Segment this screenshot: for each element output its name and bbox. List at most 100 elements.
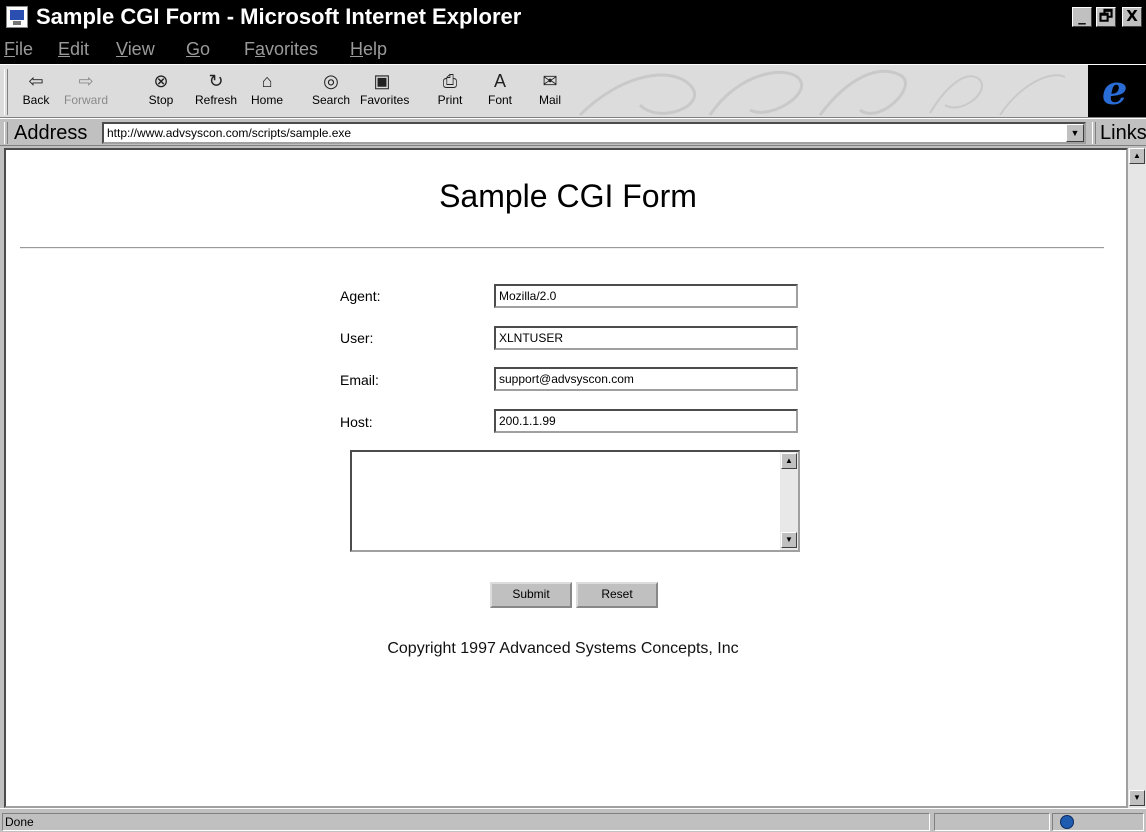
mail-button[interactable]: ✉ Mail: [528, 69, 572, 115]
font-button[interactable]: A Font: [478, 69, 522, 115]
user-input[interactable]: [494, 326, 798, 350]
home-button[interactable]: ⌂ Home: [245, 69, 289, 115]
user-label: User:: [340, 330, 374, 346]
address-bar-grip[interactable]: [4, 122, 8, 144]
forward-label: Forward: [64, 93, 109, 107]
comments-textarea[interactable]: [352, 452, 780, 550]
page-scroll-up-button[interactable]: ▲: [1129, 148, 1145, 164]
back-button[interactable]: ⇦ Back: [14, 69, 58, 115]
ie-logo-icon: e: [1102, 67, 1128, 114]
comments-textarea-frame: ▲ ▼: [350, 450, 800, 552]
forward-arrow-icon: ⇨: [78, 71, 94, 91]
textarea-scrollbar[interactable]: ▲ ▼: [780, 452, 798, 550]
menu-go-label: o: [200, 39, 211, 59]
email-input[interactable]: [494, 367, 798, 391]
internet-zone-icon: [1060, 815, 1074, 829]
forward-button[interactable]: ⇨ Forward: [64, 69, 108, 115]
address-label: Address: [14, 122, 88, 144]
page-content: Sample CGI Form Agent: User: Email: Host…: [4, 148, 1128, 808]
menu-edit-accel: E: [58, 39, 71, 59]
chevron-up-icon: ▲: [785, 456, 793, 465]
refresh-label: Refresh: [194, 93, 238, 107]
home-label: Home: [250, 93, 283, 107]
back-arrow-icon: ⇦: [28, 71, 44, 91]
links-grip[interactable]: [1092, 122, 1096, 144]
ie-logo: e: [1088, 65, 1146, 117]
page-title: Sample CGI Form: [439, 178, 697, 214]
page-scrollbar[interactable]: ▲ ▼: [1128, 148, 1146, 808]
stop-label: Stop: [148, 93, 174, 107]
menu-file-accel: F: [4, 39, 15, 59]
mail-icon: ✉: [542, 71, 558, 91]
stop-icon: ⊗: [153, 71, 169, 91]
menu-edit-label: dit: [70, 39, 90, 59]
menu-view[interactable]: View: [116, 38, 155, 60]
menu-view-label: iew: [127, 39, 155, 59]
stop-button[interactable]: ⊗ Stop: [139, 69, 183, 115]
menu-favorites-pre: F: [244, 39, 255, 59]
agent-label: Agent:: [340, 288, 381, 304]
browser-window: Sample CGI Form - Microsoft Internet Exp…: [0, 0, 1146, 832]
search-label: Search: [311, 93, 351, 107]
back-label: Back: [22, 93, 50, 107]
host-label: Host:: [340, 414, 373, 430]
print-label: Print: [437, 93, 463, 107]
links-button[interactable]: Links: [1100, 121, 1146, 145]
favorites-icon: ▣: [373, 71, 391, 91]
maximize-button[interactable]: 🗗: [1096, 7, 1116, 27]
ie-app-icon[interactable]: [6, 6, 28, 28]
submit-button[interactable]: Submit: [490, 582, 572, 608]
address-input[interactable]: http://www.advsyscon.com/scripts/sample.…: [102, 122, 1086, 144]
menu-favorites[interactable]: Favorites: [244, 38, 318, 60]
reset-button[interactable]: Reset: [576, 582, 658, 608]
menu-help[interactable]: Help: [350, 38, 387, 60]
print-icon: ⎙: [442, 71, 458, 91]
font-icon: A: [493, 71, 506, 91]
toolbar: ⇦ Back ⇨ Forward ⊗ Stop ↻ Refresh ⌂ Home ◎ Sea…: [0, 64, 1146, 118]
minimize-button[interactable]: _: [1072, 7, 1092, 27]
agent-input[interactable]: [494, 284, 798, 308]
menu-view-accel: V: [116, 39, 128, 59]
status-progress-pane: [934, 813, 1050, 831]
email-label: Email:: [340, 372, 379, 388]
close-button[interactable]: X: [1122, 7, 1142, 27]
status-text: Done: [2, 813, 930, 831]
textarea-scroll-up-button[interactable]: ▲: [781, 453, 797, 469]
font-label: Font: [487, 93, 512, 107]
page-scroll-down-button[interactable]: ▼: [1129, 790, 1145, 806]
toolbar-grip[interactable]: [4, 69, 8, 115]
favorites-button[interactable]: ▣ Favorites: [360, 69, 410, 115]
search-button[interactable]: ◎ Search: [309, 69, 353, 115]
menu-help-accel: H: [350, 39, 363, 59]
menu-favorites-label: vorites: [265, 39, 319, 59]
menu-favorites-accel: a: [255, 39, 266, 59]
chevron-down-icon: ▼: [785, 535, 793, 544]
refresh-icon: ↻: [208, 71, 224, 91]
horizontal-rule: [20, 247, 1104, 249]
chevron-up-icon: ▲: [1133, 151, 1141, 160]
textarea-scroll-down-button[interactable]: ▼: [781, 532, 797, 548]
title-bar: Sample CGI Form - Microsoft Internet Exp…: [0, 0, 1146, 34]
window-title: Sample CGI Form - Microsoft Internet Exp…: [36, 4, 522, 29]
menu-go[interactable]: Go: [186, 38, 210, 60]
status-bar: Done: [0, 808, 1146, 832]
search-icon: ◎: [323, 71, 339, 91]
menu-help-label: elp: [363, 39, 388, 59]
print-button[interactable]: ⎙ Print: [428, 69, 472, 115]
toolbar-background-swirls: [578, 69, 1066, 117]
menu-file[interactable]: File: [4, 38, 33, 60]
menu-file-label: ile: [15, 39, 34, 59]
chevron-down-icon: ▼: [1070, 128, 1080, 138]
home-icon: ⌂: [261, 71, 273, 91]
menu-go-accel: G: [186, 39, 201, 59]
host-input[interactable]: [494, 409, 798, 433]
chevron-down-icon: ▼: [1133, 793, 1141, 802]
menu-bar: File Edit View Go Favorites Help: [0, 34, 1146, 64]
menu-edit[interactable]: Edit: [58, 38, 89, 60]
favorites-label: Favorites: [360, 93, 410, 107]
mail-label: Mail: [538, 93, 561, 107]
refresh-button[interactable]: ↻ Refresh: [194, 69, 238, 115]
address-bar: Address http://www.advsyscon.com/scripts…: [0, 118, 1146, 146]
address-dropdown-button[interactable]: ▼: [1066, 124, 1084, 142]
copyright-text: Copyright 1997 Advanced Systems Concepts…: [387, 640, 739, 657]
